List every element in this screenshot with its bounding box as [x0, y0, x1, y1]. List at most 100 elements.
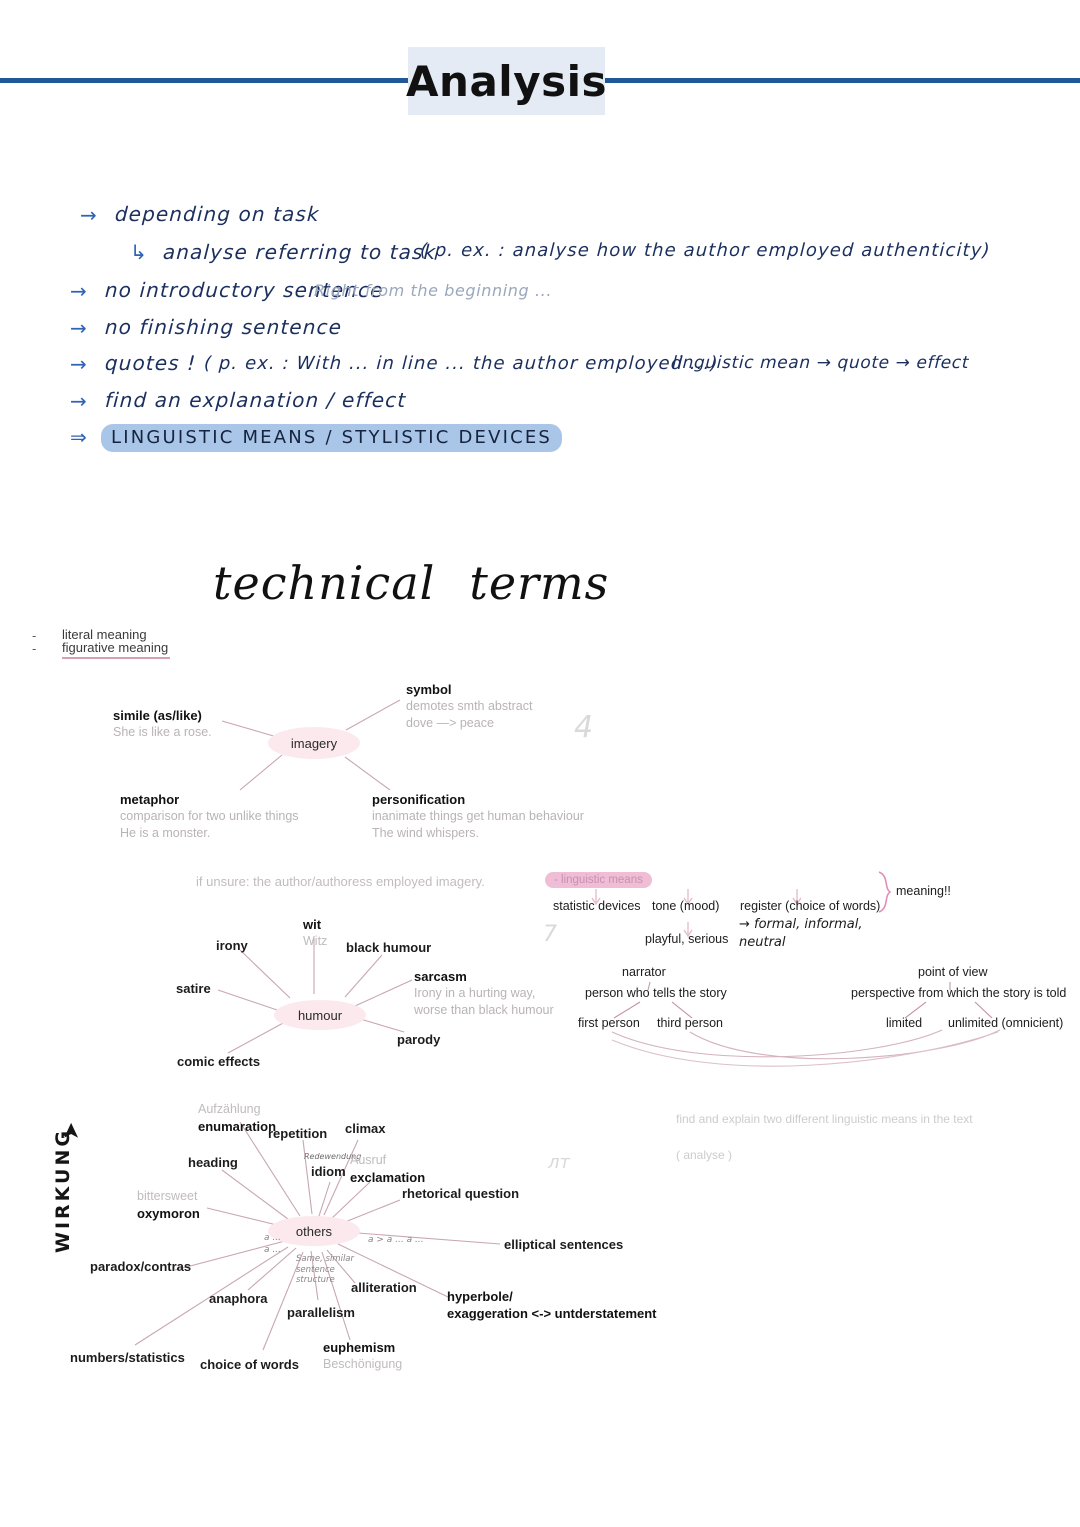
figurative-underline	[62, 657, 170, 659]
tree-node-pov-definition: perspective from which the story is told	[851, 986, 1067, 1000]
tree-node-limited: limited	[886, 1016, 923, 1030]
meaning-brace-label: meaning!!	[896, 884, 951, 898]
note-arrow-7: ⇒	[70, 425, 87, 449]
register-handwritten-note: → formal, informal, neutral	[739, 917, 863, 950]
tree-node-unlimited: unlimited (omnicient)	[948, 1016, 1064, 1030]
others-node-choice-of-words: choice of words	[200, 1357, 299, 1372]
others-node-hyperbole-title: hyperbole/	[447, 1289, 513, 1304]
others-node-parallelism: parallelism	[287, 1305, 355, 1320]
others-node-climax: climax	[345, 1121, 386, 1136]
note-line-4: no finishing sentence	[104, 315, 343, 339]
others-node-repetition: repetition	[268, 1126, 328, 1141]
wirkung-vertical-label: WIRKUNG	[52, 1128, 74, 1253]
imagery-node-metaphor-desc1: comparison for two unlike things	[120, 809, 299, 824]
others-node-exclamation-title: exclamation	[350, 1169, 426, 1185]
others-node-hyperbole-desc1: exaggeration <-> untderstatement	[447, 1306, 657, 1322]
humour-node-sarcasm: sarcasm Irony in a hurting way, worse th…	[414, 968, 554, 1019]
technical-terms-word-2: terms	[469, 556, 610, 610]
others-node-numbers-statistics: numbers/statistics	[70, 1350, 185, 1365]
imagery-node-simile-desc1: She is like a rose.	[113, 725, 212, 740]
humour-node-parody: parody	[397, 1032, 441, 1047]
imagery-node-symbol: symbol demotes smth abstract dove —> pea…	[406, 681, 532, 732]
tree-node-first-person: first person	[578, 1016, 640, 1030]
others-node-exclamation: Ausruf exclamation	[350, 1152, 425, 1186]
note-arrow-3: →	[70, 279, 87, 303]
tree-node-statistic-devices: statistic devices	[553, 899, 641, 913]
note-line-2-example: ( p. ex. : analyse how the author employ…	[419, 240, 992, 261]
others-node-euphemism-german: Beschönigung	[323, 1357, 403, 1372]
tree-node-narrator: narrator	[622, 965, 666, 979]
page-number-pencil-mark: 4	[574, 710, 594, 745]
others-node-paradox: paradox/contras	[90, 1259, 192, 1274]
note-arrow-1: →	[80, 203, 97, 227]
others-node-euphemism-title: euphemism	[323, 1340, 396, 1355]
others-node-euphemism: euphemism Beschönigung	[323, 1339, 402, 1373]
note-line-1: depending on task	[114, 202, 321, 226]
imagery-node-personification-desc1: inanimate things get human behaviour	[372, 809, 584, 824]
others-node-hyperbole: hyperbole/ exaggeration <-> untderstatem…	[447, 1288, 657, 1323]
others-pencil-mark: лт	[548, 1152, 570, 1173]
humour-node-satire: satire	[176, 981, 211, 996]
tree-node-tone: tone (mood)	[652, 899, 720, 913]
task-note: find and explain two different linguisti…	[676, 1092, 973, 1164]
imagery-node-personification: personification inanimate things get hum…	[372, 791, 584, 842]
tree-node-playful-serious: playful, serious	[645, 932, 729, 946]
technical-terms-heading: technical terms	[213, 556, 609, 610]
others-node-oxymoron-title: oxymoron	[137, 1205, 200, 1221]
note-line-6: find an explanation / effect	[104, 388, 407, 412]
elliptical-handwritten-note: a > a ... a ...	[368, 1235, 424, 1245]
humour-node-irony: irony	[216, 938, 248, 953]
others-node-enumeration-title: enumaration	[198, 1118, 277, 1134]
humour-node-comic-effects: comic effects	[177, 1054, 261, 1069]
others-node-elliptical-sentences: elliptical sentences	[504, 1237, 624, 1252]
others-node-exclamation-german: Ausruf	[350, 1153, 387, 1167]
highlighted-linguistic-means: LINGUISTIC MEANS / STYLISTIC DEVICES	[101, 424, 563, 452]
imagery-node-simile: simile (as/like) She is like a rose.	[113, 707, 212, 741]
tree-node-narrator-definition: person who tells the story	[585, 986, 727, 1000]
note-arrow-2: ↳	[130, 240, 147, 264]
title-box: Analysis	[406, 47, 607, 115]
humour-node-sarcasm-desc1: Irony in a hurting way,	[414, 986, 536, 1001]
tree-node-third-person: third person	[657, 1016, 724, 1030]
imagery-node-simile-title: simile (as/like)	[113, 708, 202, 723]
imagery-node-metaphor-title: metaphor	[120, 792, 180, 807]
others-node-rhetorical-question: rhetorical question	[402, 1186, 520, 1201]
humour-node-sarcasm-title: sarcasm	[414, 969, 467, 984]
humour-node-wit-title: wit	[303, 917, 322, 932]
parallelism-handwritten-note: Same, similar sentence structure	[296, 1254, 355, 1286]
note-line-5: quotes !	[104, 351, 197, 375]
imagery-hint-text: if unsure: the author/authoress employed…	[196, 874, 485, 889]
page-title: Analysis	[406, 56, 607, 106]
note-arrow-5: →	[70, 352, 87, 376]
imagery-center-node: imagery	[268, 727, 360, 759]
others-node-enumeration: Aufzählung enumaration	[198, 1101, 276, 1135]
note-arrow-4: →	[70, 316, 87, 340]
note-line-3-faint: Right from the beginning ...	[314, 281, 553, 300]
imagery-node-personification-desc2: The wind whispers.	[372, 825, 479, 840]
meaning-figurative: figurative meaning	[62, 640, 169, 655]
meaning-dash-2: -	[32, 641, 37, 656]
others-center-node: others	[268, 1216, 360, 1246]
tree-node-register: register (choice of words)	[740, 899, 881, 913]
header-rule-right	[605, 78, 1080, 83]
imagery-node-personification-title: personification	[372, 792, 466, 807]
humour-node-wit: wit Witz	[303, 916, 327, 950]
imagery-node-symbol-desc2: dove —> peace	[406, 715, 494, 730]
others-node-enumeration-german: Aufzählung	[198, 1102, 261, 1116]
tree-node-point-of-view: point of view	[918, 965, 988, 979]
linguistic-means-root-label: - linguistic means	[545, 872, 652, 888]
others-node-alliteration: alliteration	[351, 1280, 417, 1295]
humour-node-wit-german: Witz	[303, 934, 328, 949]
others-node-heading: heading	[188, 1155, 238, 1170]
task-note-line-1: find and explain two different linguisti…	[676, 1112, 973, 1126]
imagery-node-symbol-title: symbol	[406, 682, 452, 697]
note-line-5-example: ( p. ex. : With ... in line ... the auth…	[203, 353, 720, 374]
task-note-line-2: ( analyse )	[676, 1148, 733, 1162]
side-note-linguistic-mean: linguistic mean → quote → effect	[671, 353, 970, 373]
others-node-oxymoron: bittersweet oxymoron	[137, 1188, 200, 1222]
humour-center-node: humour	[274, 1000, 366, 1030]
others-node-idiom: idiom	[311, 1164, 346, 1179]
humour-pencil-mark: 7	[543, 922, 557, 947]
others-node-oxymoron-german: bittersweet	[137, 1189, 198, 1203]
note-arrow-6: →	[70, 389, 87, 413]
